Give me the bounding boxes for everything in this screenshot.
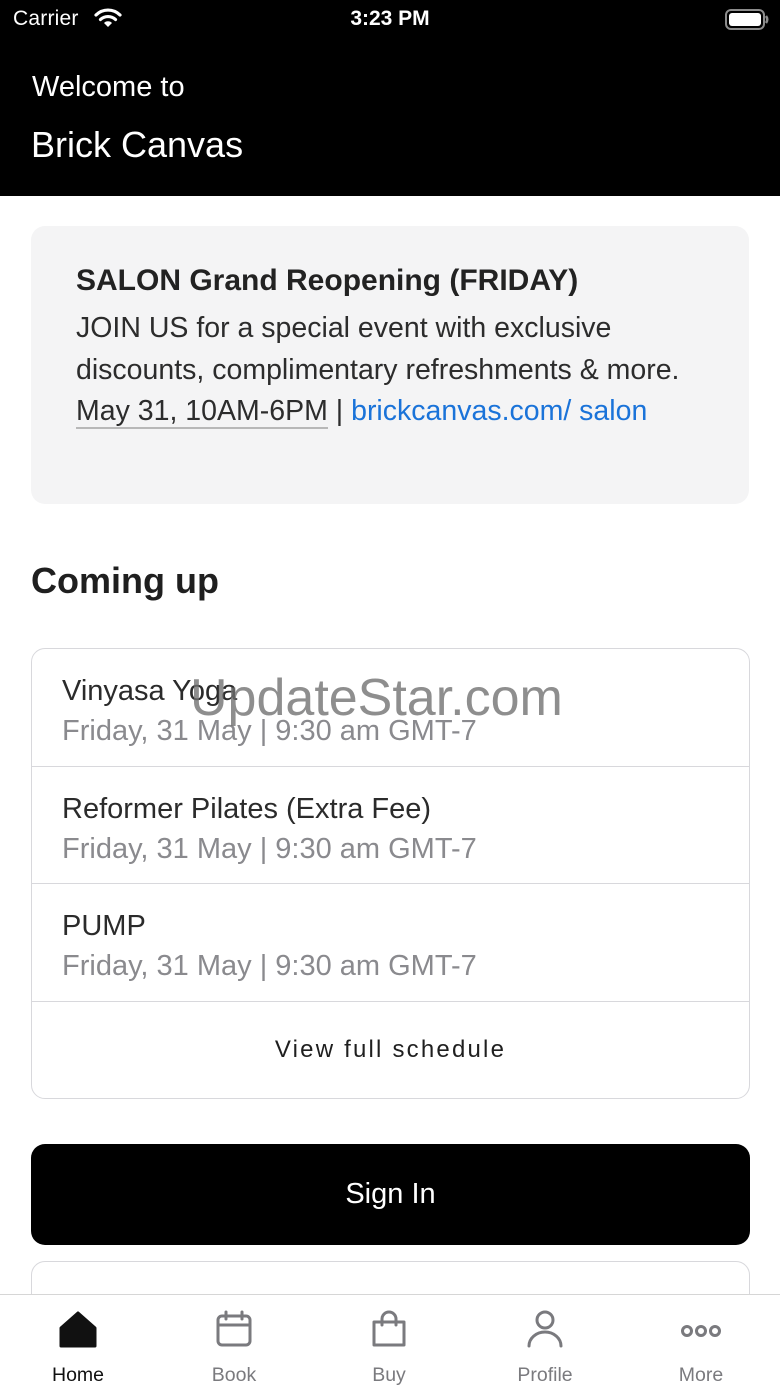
tab-label: Profile bbox=[517, 1364, 573, 1386]
view-full-schedule-button[interactable]: View full schedule bbox=[32, 1002, 749, 1098]
app-header: Carrier 3:23 PM Welcome to Brick Canvas bbox=[0, 0, 780, 196]
tab-home[interactable]: Home bbox=[8, 1295, 148, 1387]
promo-title: SALON Grand Reopening (FRIDAY) bbox=[76, 264, 579, 297]
tab-label: Buy bbox=[372, 1364, 406, 1386]
tab-label: Home bbox=[51, 1364, 105, 1386]
class-name: PUMP bbox=[62, 910, 146, 942]
tab-label: Book bbox=[211, 1364, 257, 1386]
tab-bar: Home Book Buy Profile More bbox=[0, 1294, 780, 1387]
promo-date[interactable]: May 31, 10AM-6PM bbox=[76, 395, 328, 429]
class-name: Reformer Pilates (Extra Fee) bbox=[62, 792, 432, 825]
class-row-pump[interactable]: PUMP Friday, 31 May | 9:30 am GMT-7 bbox=[32, 884, 749, 1002]
tab-more[interactable]: More bbox=[631, 1295, 771, 1387]
tab-label: More bbox=[678, 1364, 724, 1386]
home-icon bbox=[59, 1311, 97, 1348]
status-time: 3:23 PM bbox=[350, 7, 430, 30]
battery-icon bbox=[725, 9, 769, 30]
tab-book[interactable]: Book bbox=[164, 1295, 304, 1387]
person-icon bbox=[527, 1310, 563, 1348]
status-bar: Carrier 3:23 PM bbox=[0, 0, 780, 40]
more-dots-icon bbox=[681, 1325, 721, 1337]
class-row-reformer-pilates[interactable]: Reformer Pilates (Extra Fee) Friday, 31 … bbox=[32, 767, 749, 884]
schedule-list: Vinyasa Yoga Friday, 31 May | 9:30 am GM… bbox=[31, 648, 750, 1099]
sign-in-button[interactable]: Sign In bbox=[31, 1144, 750, 1245]
tab-profile[interactable]: Profile bbox=[475, 1295, 615, 1387]
welcome-text: Welcome to bbox=[32, 71, 185, 103]
class-name: Vinyasa Yoga bbox=[62, 675, 238, 707]
promo-link[interactable]: brickcanvas.com/ salon bbox=[351, 395, 647, 427]
class-time: Friday, 31 May | 9:30 am GMT-7 bbox=[62, 832, 477, 865]
class-time: Friday, 31 May | 9:30 am GMT-7 bbox=[62, 950, 477, 982]
shopping-bag-icon bbox=[372, 1310, 406, 1347]
calendar-icon bbox=[216, 1310, 252, 1347]
class-row-vinyasa-yoga[interactable]: Vinyasa Yoga Friday, 31 May | 9:30 am GM… bbox=[32, 649, 749, 767]
promo-description: JOIN US for a special event with exclusi… bbox=[76, 312, 680, 386]
app-name: Brick Canvas bbox=[31, 124, 244, 165]
coming-up-title: Coming up bbox=[31, 560, 219, 601]
promo-separator: | bbox=[335, 395, 344, 427]
class-time: Friday, 31 May | 9:30 am GMT-7 bbox=[62, 715, 477, 747]
tab-buy[interactable]: Buy bbox=[319, 1295, 459, 1387]
promo-body: JOIN US for a special event with exclusi… bbox=[76, 308, 704, 433]
promo-card: SALON Grand Reopening (FRIDAY) JOIN US f… bbox=[31, 226, 749, 504]
